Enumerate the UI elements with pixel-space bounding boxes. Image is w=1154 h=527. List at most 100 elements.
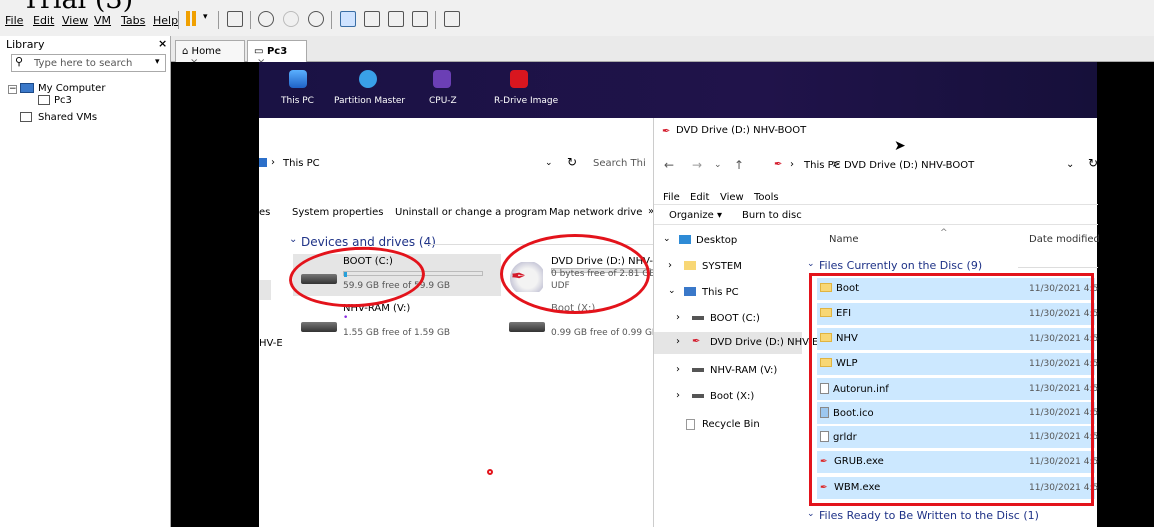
- tree-shared-vms[interactable]: Shared VMs: [38, 112, 97, 123]
- map-network-drive-button[interactable]: Map network drive: [549, 207, 642, 218]
- tab-pc3[interactable]: ▭ Pc3 ×: [247, 40, 307, 68]
- desktop-label[interactable]: This PC: [281, 96, 314, 106]
- address-bar[interactable]: This PC: [283, 158, 320, 169]
- menu-edit[interactable]: Edit: [33, 14, 54, 27]
- search-icon: ⚲: [15, 55, 24, 68]
- chevron-right-icon[interactable]: ›: [676, 364, 680, 375]
- system-properties-button[interactable]: System properties: [292, 207, 384, 218]
- nav-dvd-drive[interactable]: › ✒ DVD Drive (D:) NHV-E: [654, 332, 818, 354]
- partial-label: HV-E: [259, 338, 283, 349]
- pc-icon: [684, 287, 696, 296]
- revert-snapshot-icon[interactable]: [283, 11, 299, 27]
- pause-icon[interactable]: [186, 11, 190, 26]
- menu-file[interactable]: File: [5, 14, 23, 27]
- library-view-icon[interactable]: [340, 11, 356, 27]
- group-ready[interactable]: Files Ready to Be Written to the Disc (1…: [819, 509, 1039, 522]
- group-divider: [1018, 267, 1098, 268]
- back-icon[interactable]: ←: [664, 158, 674, 172]
- chevron-down-icon[interactable]: ▾: [203, 12, 208, 22]
- nav-system[interactable]: › SYSTEM: [654, 256, 802, 278]
- menu-tabs[interactable]: Tabs: [121, 14, 145, 27]
- menu-file[interactable]: File: [663, 192, 680, 203]
- vm-icon: [38, 95, 50, 105]
- chevron-down-icon[interactable]: ▾: [155, 57, 160, 67]
- search-input[interactable]: Search Thi: [593, 158, 646, 169]
- desktop-label[interactable]: CPU-Z: [429, 96, 457, 106]
- pause-icon-bar: [192, 11, 196, 26]
- breadcrumb-separator: ›: [790, 159, 794, 170]
- r-drive-image-icon[interactable]: [510, 70, 528, 88]
- menu-help[interactable]: Help: [153, 14, 178, 27]
- partition-master-icon[interactable]: [359, 70, 377, 88]
- dvd-explorer-window: ✒ DVD Drive (D:) NHV-BOOT ➤ ← → ⌄ ↑ ✒ › …: [653, 118, 1100, 527]
- desktop-label[interactable]: R-Drive Image: [494, 96, 558, 106]
- home-icon: ⌂: [182, 46, 189, 57]
- chevron-down-icon[interactable]: ⌄: [668, 286, 676, 296]
- chevron-right-icon[interactable]: ›: [676, 390, 680, 401]
- this-pc-icon[interactable]: [289, 70, 307, 88]
- refresh-icon[interactable]: ↻: [567, 155, 577, 169]
- console-view-icon[interactable]: [444, 11, 460, 27]
- organize-button[interactable]: Organize ▾: [669, 210, 722, 221]
- chevron-right-icon[interactable]: ›: [676, 336, 680, 347]
- tree-pc3[interactable]: Pc3: [54, 95, 72, 106]
- library-header: Library ×: [0, 36, 171, 52]
- chevron-down-icon[interactable]: ⌄: [1066, 159, 1074, 170]
- tab-pc3-label: Pc3: [266, 46, 288, 57]
- tree-my-computer[interactable]: My Computer: [38, 83, 105, 94]
- send-keys-icon[interactable]: [227, 11, 243, 27]
- tab-home[interactable]: ⌂ Home ×: [175, 40, 245, 68]
- menu-view[interactable]: View: [720, 192, 744, 203]
- forward-icon[interactable]: →: [692, 158, 702, 172]
- column-header-date[interactable]: Date modified: [1029, 234, 1100, 245]
- fullscreen-icon[interactable]: [388, 11, 404, 27]
- refresh-icon[interactable]: ↻: [1088, 156, 1098, 170]
- thumbnail-view-icon[interactable]: [364, 11, 380, 27]
- group-current[interactable]: Files Currently on the Disc (9): [819, 259, 982, 272]
- nav-boot-x[interactable]: › Boot (X:): [654, 386, 802, 408]
- up-icon[interactable]: ↑: [734, 158, 744, 172]
- burn-to-disc-button[interactable]: Burn to disc: [742, 210, 802, 221]
- column-header-name[interactable]: Name: [829, 234, 859, 245]
- chevron-down-icon[interactable]: ⌄: [545, 158, 553, 168]
- desktop-icon: [679, 235, 691, 244]
- menu-view[interactable]: View: [62, 14, 88, 27]
- library-title: Library: [6, 38, 45, 51]
- window-title: DVD Drive (D:) NHV-BOOT: [676, 125, 807, 136]
- toolbar-divider: [654, 224, 1098, 225]
- toolbar-separator: [331, 11, 332, 29]
- uninstall-button[interactable]: Uninstall or change a program: [395, 207, 547, 218]
- cpu-z-icon[interactable]: [433, 70, 451, 88]
- nav-desktop[interactable]: ⌄ Desktop: [654, 230, 802, 252]
- menu-edit[interactable]: Edit: [690, 192, 709, 203]
- snapshot-manager-icon[interactable]: [308, 11, 324, 27]
- nav-recycle-bin[interactable]: Recycle Bin: [654, 414, 802, 436]
- breadcrumb-dvd[interactable]: DVD Drive (D:) NHV-BOOT: [844, 160, 974, 171]
- toolbar-separator: [218, 11, 219, 29]
- nav-boot-c[interactable]: › BOOT (C:): [654, 308, 802, 330]
- recycle-bin-icon: [686, 419, 695, 430]
- menu-tools[interactable]: Tools: [754, 192, 779, 203]
- close-icon[interactable]: ×: [158, 37, 167, 50]
- library-search-input[interactable]: Type here to search: [11, 54, 166, 72]
- ribbon-item[interactable]: es: [259, 207, 270, 218]
- chevron-down-icon[interactable]: ⌄: [714, 160, 722, 170]
- nav-label: Recycle Bin: [702, 419, 760, 430]
- chevron-down-icon[interactable]: ⌄: [807, 259, 815, 269]
- chevron-right-icon[interactable]: ›: [676, 312, 680, 323]
- desktop-label[interactable]: Partition Master: [334, 96, 405, 106]
- collapse-icon[interactable]: −: [8, 85, 17, 94]
- chevron-down-icon[interactable]: ⌄: [663, 234, 671, 244]
- menu-vm[interactable]: VM: [94, 14, 111, 27]
- nav-this-pc[interactable]: ⌄ This PC: [654, 282, 802, 304]
- folder-icon: [684, 261, 696, 270]
- guest-border-left: [171, 62, 259, 527]
- nav-nhv-ram[interactable]: › NHV-RAM (V:): [654, 360, 802, 382]
- chevron-right-icon[interactable]: ›: [668, 260, 672, 271]
- hard-drive-icon: [692, 316, 704, 320]
- unity-icon[interactable]: [412, 11, 428, 27]
- chevron-down-icon[interactable]: ⌄: [807, 509, 815, 519]
- overlay-title: Trial (3): [22, 0, 133, 15]
- chevron-down-icon[interactable]: ⌄: [289, 234, 297, 245]
- snapshot-icon[interactable]: [258, 11, 274, 27]
